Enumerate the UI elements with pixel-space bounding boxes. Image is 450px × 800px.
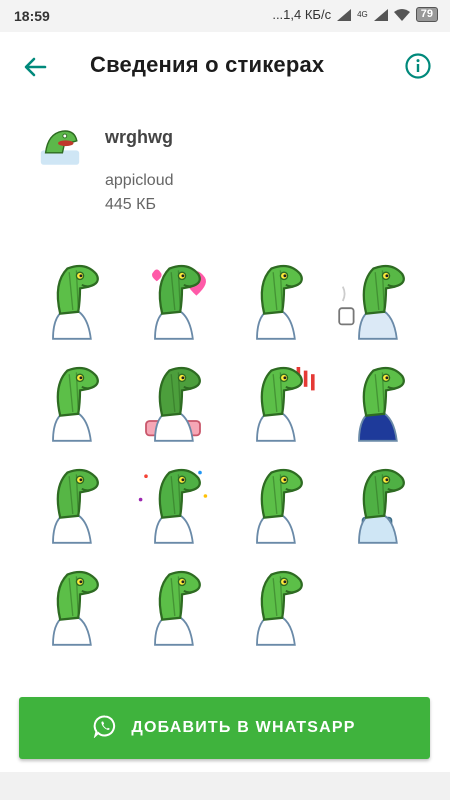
arrow-back-icon[interactable]	[20, 52, 50, 82]
add-to-whatsapp-button[interactable]: ДОБАВИТЬ В WHATSAPP	[19, 697, 430, 759]
signal-icon	[337, 8, 352, 21]
dino-phone-sticker[interactable]	[326, 454, 428, 556]
info-icon[interactable]	[404, 52, 432, 80]
network-speed: ...1,4 КБ/с	[272, 7, 332, 22]
dino-cake-sticker[interactable]	[122, 352, 224, 454]
dino-hearts-sticker[interactable]	[122, 250, 224, 352]
dino-relax-sticker[interactable]	[20, 454, 122, 556]
dino-cry-sticker[interactable]	[122, 556, 224, 658]
pack-tray-icon	[36, 124, 84, 172]
dino-smirk-sticker[interactable]	[224, 454, 326, 556]
status-indicators: ...1,4 КБ/с 4G 79	[272, 7, 438, 22]
dino-idea-sticker[interactable]	[20, 556, 122, 658]
pack-name: wrghwg	[105, 127, 173, 147]
page-title: Сведения о стикерах	[90, 52, 325, 77]
dino-coffee-sticker[interactable]	[326, 250, 428, 352]
battery-icon: 79	[415, 7, 438, 22]
network-type: 4G	[357, 10, 368, 19]
pack-size: 445 КБ	[105, 196, 156, 213]
bottom-strip	[0, 772, 450, 800]
status-bar: 18:59 ...1,4 КБ/с 4G 79	[0, 0, 450, 32]
dino-suit-sticker[interactable]	[326, 352, 428, 454]
add-button-label: ДОБАВИТЬ В WHATSAPP	[131, 719, 356, 736]
dino-shock-sticker[interactable]	[224, 352, 326, 454]
pack-publisher: appicloud	[105, 172, 174, 189]
sticker-grid	[20, 250, 430, 658]
dino-calm-sticker[interactable]	[224, 250, 326, 352]
whatsapp-icon	[93, 714, 117, 743]
dino-party-sticker[interactable]	[122, 454, 224, 556]
signal-icon-2	[373, 8, 388, 21]
wifi-icon	[393, 8, 410, 21]
app-bar: Сведения о стикерах	[0, 32, 450, 102]
dino-confused-sticker[interactable]	[20, 250, 122, 352]
status-time: 18:59	[14, 8, 50, 24]
dino-shrug-sticker[interactable]	[20, 352, 122, 454]
dino-think-sticker[interactable]	[224, 556, 326, 658]
